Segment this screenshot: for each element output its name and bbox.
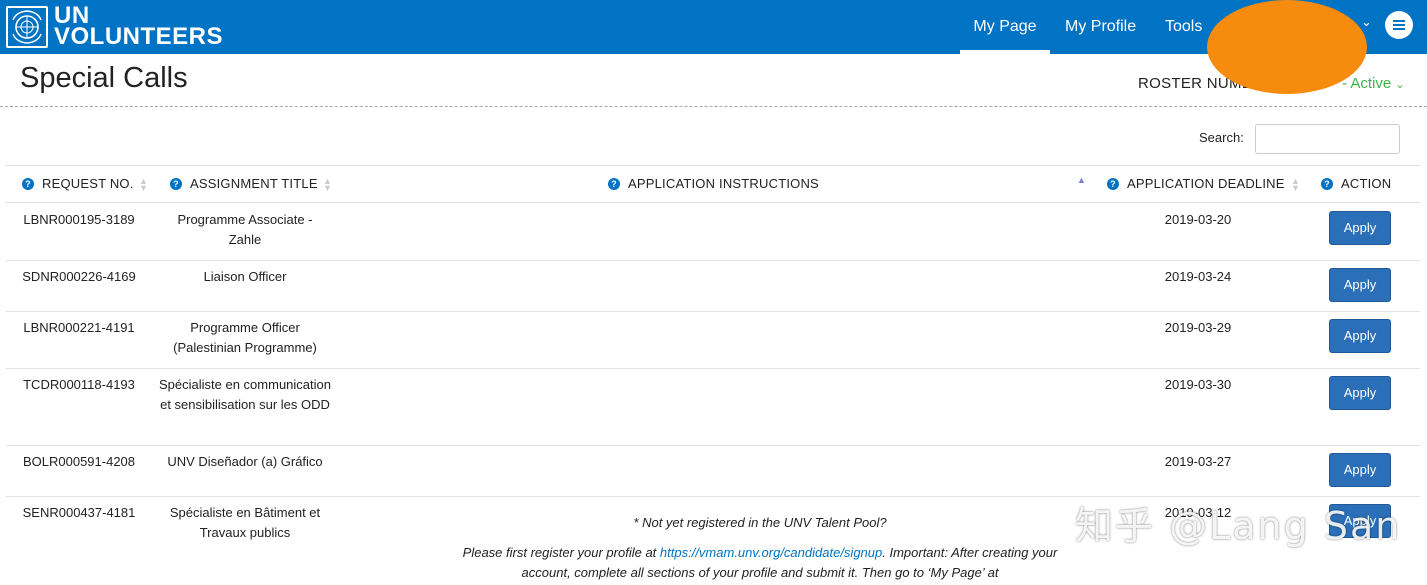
sort-ascending-icon[interactable]: ▲ (1077, 176, 1086, 185)
nav-my-page[interactable]: My Page (960, 0, 1050, 54)
notice-text: . Important: After creating your (882, 545, 1058, 560)
divider (0, 106, 1427, 107)
roster-status-text: - Active (1342, 75, 1392, 92)
request-no: LBNR000195-3189 (23, 212, 135, 227)
chevron-down-icon: ⌄ (1395, 79, 1405, 91)
request-no: SDNR000226-4169 (22, 269, 136, 284)
request-no: BOLR000591-4208 (22, 454, 136, 469)
help-icon[interactable]: ? (608, 178, 620, 190)
nav-tools[interactable]: Tools (1165, 0, 1202, 54)
assignment-title: Programme Officer (Palestinian Programme… (173, 320, 317, 355)
search-label: Search: (1199, 130, 1244, 145)
un-emblem-logo-icon[interactable] (6, 6, 48, 48)
help-icon[interactable]: ? (22, 178, 34, 190)
assignment-title: UNV Diseñador (a) Gráfico (167, 454, 323, 469)
apply-button[interactable]: Apply (1329, 319, 1391, 353)
sort-icon[interactable]: ▲ ▼ (1291, 177, 1300, 193)
assignment-title: Programme Associate - Zahle (177, 212, 313, 247)
brand-line-2: VOLUNTEERS (54, 23, 224, 50)
table-row: TCDR000118-4193 Spécialiste en communica… (6, 368, 1420, 446)
apply-button[interactable]: Apply (1329, 268, 1391, 302)
col-application-instructions[interactable]: ? APPLICATION INSTRUCTIONS (608, 176, 819, 191)
table-row: SDNR000226-4169 Liaison Officer 2019-03-… (6, 260, 1420, 312)
table-row: LBNR000195-3189 Programme Associate - Za… (6, 203, 1420, 261)
registration-notice-line: account, complete all sections of your p… (521, 565, 999, 580)
menu-list-icon[interactable] (1385, 11, 1413, 39)
col-application-deadline-label: APPLICATION DEADLINE (1127, 176, 1285, 191)
deadline: 2019-03-30 (1164, 377, 1232, 392)
col-request-no[interactable]: ? REQUEST NO. (22, 176, 134, 191)
col-application-deadline[interactable]: ? APPLICATION DEADLINE (1107, 176, 1285, 191)
notice-text: Please first register your profile at (462, 545, 660, 560)
nav-my-profile[interactable]: My Profile (1065, 0, 1136, 54)
deadline: 2019-03-29 (1164, 320, 1232, 335)
page-title: Special Calls (20, 62, 188, 94)
apply-button[interactable]: Apply (1329, 211, 1391, 245)
search-input[interactable] (1255, 124, 1400, 154)
col-action: ? ACTION (1321, 176, 1391, 191)
signup-link[interactable]: https://vmam.unv.org/candidate/signup (660, 545, 882, 560)
request-no: TCDR000118-4193 (23, 377, 135, 392)
chevron-down-icon[interactable]: ⌄ (1361, 14, 1372, 30)
registration-notice-line: Please first register your profile at ht… (380, 543, 1140, 563)
apply-button[interactable]: Apply (1329, 376, 1391, 410)
col-application-instructions-label: APPLICATION INSTRUCTIONS (628, 176, 819, 191)
apply-button[interactable]: Apply (1329, 453, 1391, 487)
redaction-blob (1207, 0, 1367, 94)
assignment-title: Spécialiste en communication et sensibil… (159, 377, 331, 412)
col-assignment-title[interactable]: ? ASSIGNMENT TITLE (170, 176, 318, 191)
assignment-title: Spécialiste en Bâtiment et Travaux publi… (169, 505, 321, 540)
col-assignment-title-label: ASSIGNMENT TITLE (190, 176, 318, 191)
assignment-title: Liaison Officer (203, 269, 287, 284)
zhihu-watermark: 知乎 @Lang San (1075, 504, 1402, 548)
roster-status-dropdown[interactable]: - Active ⌄ (1342, 75, 1405, 92)
help-icon[interactable]: ? (1321, 178, 1333, 190)
table-header: ? REQUEST NO. ▲ ▼ ? ASSIGNMENT TITLE ▲ ▼ ? AP… (6, 165, 1420, 203)
sort-icon[interactable]: ▲ ▼ (139, 177, 148, 193)
deadline: 2019-03-24 (1164, 269, 1232, 284)
request-no: SENR000437-4181 (22, 505, 136, 520)
help-icon[interactable]: ? (170, 178, 182, 190)
deadline: 2019-03-27 (1164, 454, 1232, 469)
table-row: BOLR000591-4208 UNV Diseñador (a) Gráfic… (6, 445, 1420, 497)
col-action-label: ACTION (1341, 176, 1392, 191)
col-request-no-label: REQUEST NO. (42, 176, 134, 191)
table-row: LBNR000221-4191 Programme Officer (Pales… (6, 311, 1420, 369)
sort-icon[interactable]: ▲ ▼ (323, 177, 332, 193)
deadline: 2019-03-20 (1164, 212, 1232, 227)
help-icon[interactable]: ? (1107, 178, 1119, 190)
request-no: LBNR000221-4191 (23, 320, 135, 335)
registration-notice-heading: * Not yet registered in the UNV Talent P… (633, 515, 887, 530)
brand-wordmark[interactable]: UN VOLUNTEERS (54, 4, 224, 50)
